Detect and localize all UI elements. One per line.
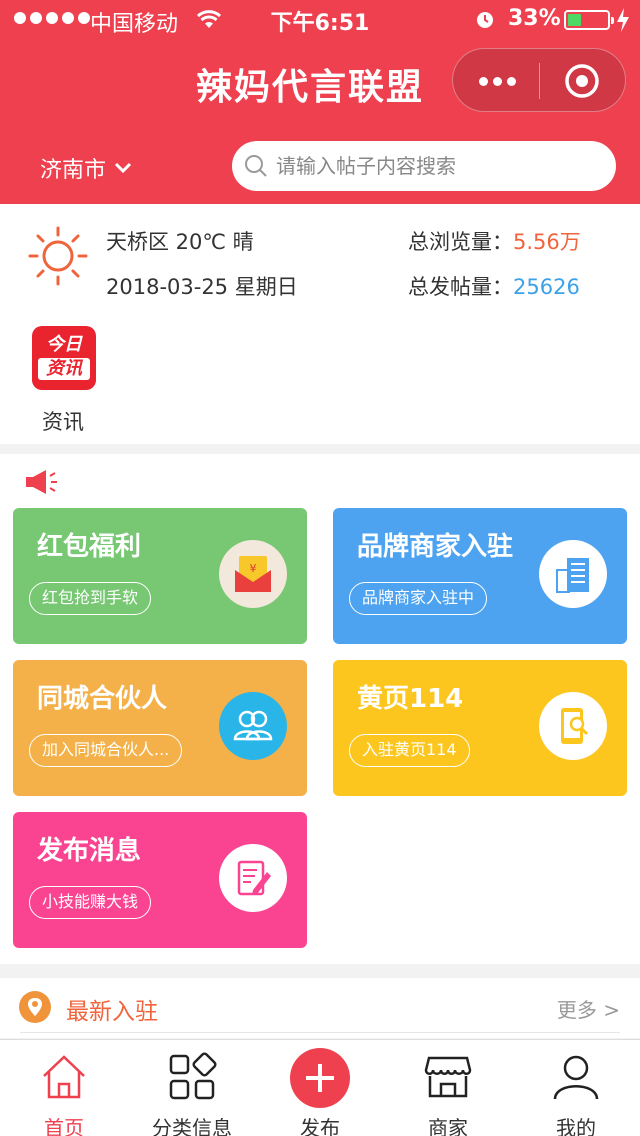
card-title: 红包福利 xyxy=(37,532,142,562)
phone-search-icon xyxy=(539,692,607,760)
news-label[interactable]: 资讯 xyxy=(42,406,84,436)
alarm-icon xyxy=(477,12,493,28)
latest-section: 最新入驻 更多 > xyxy=(0,978,640,1038)
card-publish-message[interactable]: 发布消息 小技能赚大钱 xyxy=(13,812,307,948)
card-pill: 红包抢到手软 xyxy=(29,582,152,615)
card-pill: 小技能赚大钱 xyxy=(29,886,152,919)
plus-icon xyxy=(290,1048,350,1108)
latest-title: 最新入驻 xyxy=(66,999,158,1025)
posts-stat: 总发帖量：25626 xyxy=(408,271,580,301)
bottom-tabbar: 首页 分类信息 发布 商家 我的 xyxy=(0,1039,640,1136)
home-icon xyxy=(43,1055,85,1099)
card-red-packet[interactable]: 红包福利 红包抢到手软 ¥ xyxy=(13,508,307,644)
news-icon-top: 今日 xyxy=(46,334,82,355)
card-pill: 加入同城合伙人... xyxy=(29,734,183,767)
views-value: 5.56万 xyxy=(513,230,581,254)
card-title: 品牌商家入驻 xyxy=(357,532,514,562)
card-title: 发布消息 xyxy=(37,836,142,866)
weather-text: 天桥区 20℃ 晴 xyxy=(106,230,254,254)
sunny-icon xyxy=(28,226,88,286)
info-section: 天桥区 20℃ 晴 2018-03-25 星期日 总浏览量：5.56万 总发帖量… xyxy=(0,204,640,444)
app-title: 辣妈代言联盟 xyxy=(196,67,425,108)
card-brand-merchant[interactable]: 品牌商家入驻 品牌商家入驻中 xyxy=(333,508,627,644)
battery-percent: 33% xyxy=(508,6,561,31)
svg-text:¥: ¥ xyxy=(250,562,257,575)
search-icon xyxy=(245,155,267,177)
card-pill: 入驻黄页114 xyxy=(349,734,470,767)
tab-merchant[interactable]: 商家 xyxy=(384,1040,512,1136)
location-pin-icon xyxy=(19,991,51,1023)
tab-category[interactable]: 分类信息 xyxy=(128,1040,256,1136)
card-pill: 品牌商家入驻中 xyxy=(349,582,488,615)
mini-program-capsule xyxy=(452,48,626,112)
views-label: 总浏览量： xyxy=(408,230,513,254)
partners-icon xyxy=(219,692,287,760)
chevron-down-icon xyxy=(114,162,132,174)
tab-label: 商家 xyxy=(428,1116,468,1136)
tab-mine[interactable]: 我的 xyxy=(512,1040,640,1136)
news-icon[interactable]: 今日 资讯 xyxy=(32,326,96,390)
more-button[interactable] xyxy=(453,49,540,113)
tab-label: 首页 xyxy=(44,1116,84,1136)
battery-icon xyxy=(564,10,614,30)
store-icon xyxy=(424,1056,472,1098)
tab-publish[interactable]: 发布 xyxy=(256,1040,384,1136)
search-input[interactable] xyxy=(276,149,596,183)
tab-label: 分类信息 xyxy=(152,1116,232,1136)
card-city-partner[interactable]: 同城合伙人 加入同城合伙人... xyxy=(13,660,307,796)
more-link[interactable]: 更多 > xyxy=(557,994,620,1023)
close-button[interactable] xyxy=(540,49,627,113)
card-title: 黄页114 xyxy=(357,684,464,714)
category-icon xyxy=(169,1052,217,1100)
user-icon xyxy=(553,1055,599,1100)
charging-icon xyxy=(617,8,629,32)
card-yellow-pages[interactable]: 黄页114 入驻黄页114 xyxy=(333,660,627,796)
tab-label: 发布 xyxy=(300,1116,340,1136)
edit-note-icon xyxy=(219,844,287,912)
red-envelope-icon: ¥ xyxy=(219,540,287,608)
divider xyxy=(20,1032,620,1033)
search-bar[interactable] xyxy=(232,141,616,191)
posts-value: 25626 xyxy=(513,275,580,299)
city-selector[interactable]: 济南市 xyxy=(40,152,132,184)
battery-fill xyxy=(568,14,581,26)
megaphone-icon xyxy=(26,470,57,494)
date-text: 2018-03-25 星期日 xyxy=(106,275,298,299)
card-title: 同城合伙人 xyxy=(37,684,168,714)
building-icon xyxy=(539,540,607,608)
feature-cards: 红包福利 红包抢到手软 ¥ 品牌商家入驻 品牌商家入驻中 同城合伙人 加入同城合… xyxy=(0,454,640,964)
news-icon-bottom: 资讯 xyxy=(38,358,90,380)
status-bar: 中国移动 下午6:51 33% xyxy=(0,0,640,40)
tab-label: 我的 xyxy=(556,1116,596,1136)
close-target-icon xyxy=(565,64,599,98)
tab-home[interactable]: 首页 xyxy=(0,1040,128,1136)
city-label: 济南市 xyxy=(40,158,107,183)
header: 中国移动 下午6:51 33% 辣妈代言联盟 济南市 xyxy=(0,0,640,204)
views-stat: 总浏览量：5.56万 xyxy=(408,226,581,256)
posts-label: 总发帖量： xyxy=(408,275,513,299)
